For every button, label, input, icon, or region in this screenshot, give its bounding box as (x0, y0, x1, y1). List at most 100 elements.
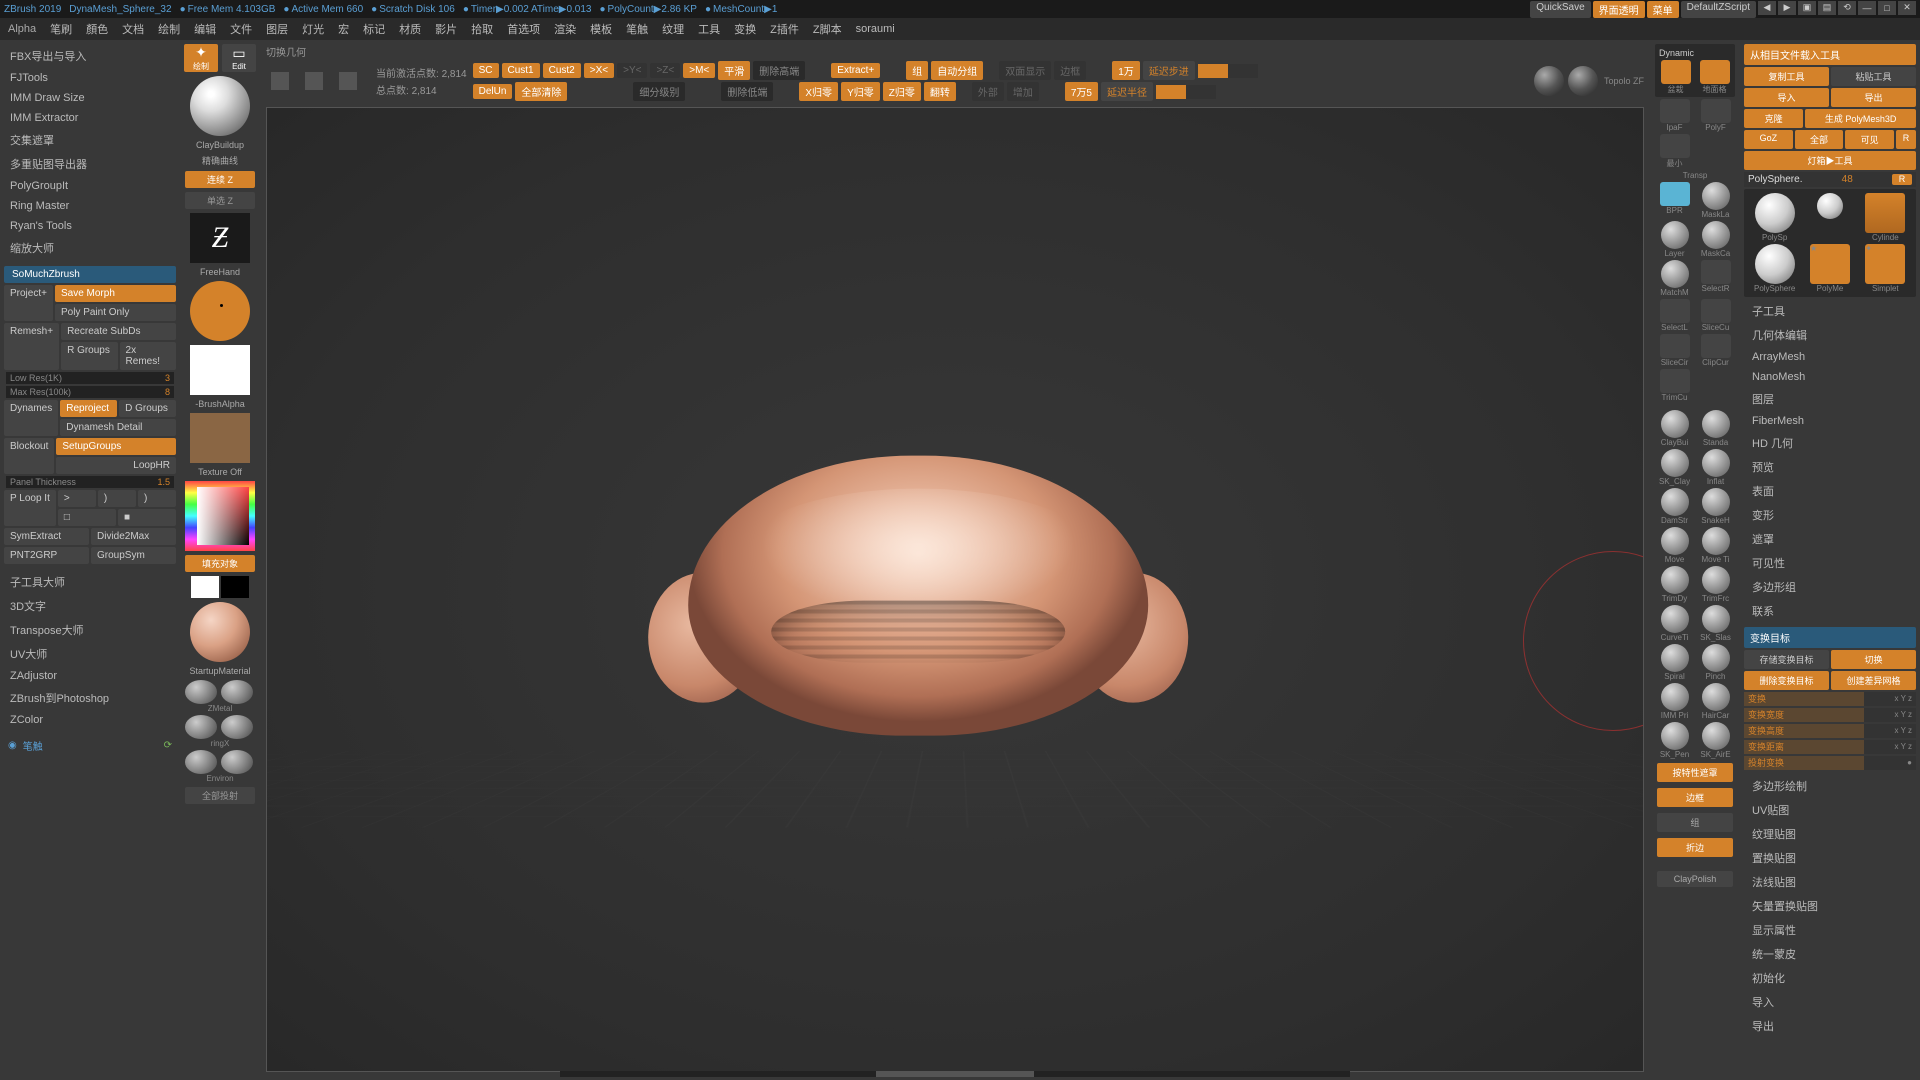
y-sym-chip[interactable]: >Y< (617, 63, 647, 78)
brush-inflat[interactable]: Inflat (1696, 449, 1735, 486)
ui-alpha-button[interactable]: 界面透明 (1593, 1, 1645, 18)
brush-haircar[interactable]: HairCar (1696, 683, 1735, 720)
mask-by-feature-button[interactable]: 按特性遮罩 (1657, 763, 1733, 782)
menu-marker[interactable]: 标记 (363, 21, 385, 37)
group-chip[interactable]: 组 (906, 61, 928, 80)
rp-displacement[interactable]: 置换贴图 (1744, 846, 1916, 870)
extract-chip[interactable]: Extract+ (831, 63, 880, 78)
lp-subtool-master[interactable]: 子工具大师 (0, 570, 180, 594)
render-sphere-2[interactable] (1568, 66, 1598, 96)
brush-skaire[interactable]: SK_AirE (1696, 722, 1735, 759)
lp-3d-text[interactable]: 3D文字 (0, 594, 180, 618)
recreate-subds-button[interactable]: Recreate SubDs (61, 323, 176, 340)
rp-masking[interactable]: 遮罩 (1744, 527, 1916, 551)
dock-matchm[interactable]: MatchM (1655, 260, 1694, 297)
menu-transform[interactable]: 变换 (734, 21, 756, 37)
brush-skclay[interactable]: SK_Clay (1655, 449, 1694, 486)
lp-imm-extractor[interactable]: IMM Extractor (0, 108, 180, 128)
symextract-button[interactable]: SymExtract (4, 528, 89, 545)
setup-groups-button[interactable]: SetupGroups (56, 438, 176, 455)
menu-stroke[interactable]: 笔触 (626, 21, 648, 37)
dock-selectl[interactable]: SelectL (1655, 299, 1694, 332)
delete-morph-button[interactable]: 删除变换目标 (1744, 671, 1829, 690)
m-sym-chip[interactable]: >M< (683, 63, 715, 78)
tool-r-button[interactable]: R (1892, 174, 1912, 185)
tb-icon-2[interactable] (300, 65, 328, 97)
lp-fbx[interactable]: FBX导出与导入 (0, 44, 180, 68)
loop-hr-button[interactable]: LoopHR (56, 457, 176, 474)
rp-import[interactable]: 导入 (1744, 990, 1916, 1014)
sc-chip[interactable]: SC (473, 63, 499, 78)
dock-transp[interactable]: Transp (1655, 171, 1735, 180)
z-zero-chip[interactable]: Z归零 (883, 82, 921, 101)
pnt2grp-button[interactable]: PNT2GRP (4, 547, 89, 564)
tb-icon-3[interactable] (334, 65, 362, 97)
dock-ipaf[interactable]: IpaF (1655, 99, 1694, 132)
low-res-slider[interactable]: Low Res(1K)3 (6, 372, 174, 384)
rp-subtool[interactable]: 子工具 (1744, 299, 1916, 323)
white-swatch[interactable] (191, 576, 219, 598)
clear-all-chip[interactable]: 全部清除 (515, 82, 567, 101)
brush-spiral[interactable]: Spiral (1655, 644, 1694, 681)
rp-fibermesh[interactable]: FiberMesh (1744, 411, 1916, 431)
goz-visible-button[interactable]: 可见 (1845, 130, 1894, 149)
rp-hd-geometry[interactable]: HD 几何 (1744, 431, 1916, 455)
dock-selectr[interactable]: SelectR (1696, 260, 1735, 297)
smooth-chip[interactable]: 平滑 (718, 61, 750, 80)
menu-alpha[interactable]: Alpha (8, 23, 36, 35)
dock-maskla[interactable]: MaskLa (1696, 182, 1735, 219)
lp-scale-master[interactable]: 缩放大师 (0, 236, 180, 260)
del-high-chip[interactable]: 删除高端 (753, 61, 805, 80)
blockout-button[interactable]: Blockout (4, 438, 54, 474)
rp-preview[interactable]: 预览 (1744, 455, 1916, 479)
lp-brush-stroke[interactable]: ◉ 笔触 ⟳ (0, 734, 180, 757)
double-chip[interactable]: 双面显示 (999, 61, 1051, 80)
lp-ring-master[interactable]: Ring Master (0, 196, 180, 216)
brush-pinch[interactable]: Pinch (1696, 644, 1735, 681)
alpha-thumbnail[interactable] (190, 281, 250, 341)
rp-surface[interactable]: 表面 (1744, 479, 1916, 503)
brush-damstr[interactable]: DamStr (1655, 488, 1694, 525)
rp-nanomesh[interactable]: NanoMesh (1744, 367, 1916, 387)
menu-zscript[interactable]: Z脚本 (813, 21, 842, 37)
dock-min[interactable]: 最小 (1655, 134, 1694, 169)
lp-zbrush-to-photoshop[interactable]: ZBrush到Photoshop (0, 686, 180, 710)
menu-render[interactable]: 渲染 (554, 21, 576, 37)
export-button[interactable]: 导出 (1831, 88, 1916, 107)
dock-polyf[interactable]: PolyF (1696, 99, 1735, 132)
brush-move[interactable]: Move (1655, 527, 1694, 564)
rp-layers[interactable]: 图层 (1744, 387, 1916, 411)
morph-slider[interactable]: 变换x Y z (1744, 692, 1916, 706)
morph-width-slider[interactable]: 变换宽度x Y z (1744, 708, 1916, 722)
edit-mode-button[interactable]: ▭Edit (222, 44, 256, 72)
win-btn-1[interactable]: ◀ (1758, 1, 1776, 15)
stroke-thumbnail[interactable]: Ƶ (190, 213, 250, 263)
brush-moveti[interactable]: Move Ti (1696, 527, 1735, 564)
lp-transpose-master[interactable]: Transpose大师 (0, 618, 180, 642)
project-morph-slider[interactable]: 投射变换● (1744, 756, 1916, 770)
lp-zcolor[interactable]: ZColor (0, 710, 180, 730)
lp-multimap[interactable]: 多重贴图导出器 (0, 152, 180, 176)
brush-skpen[interactable]: SK_Pen (1655, 722, 1694, 759)
fold-edge-button[interactable]: 折边 (1657, 838, 1733, 857)
menu-draw[interactable]: 绘制 (158, 21, 180, 37)
rp-unified-skin[interactable]: 统一蒙皮 (1744, 942, 1916, 966)
lp-intersect-mask[interactable]: 交集遮罩 (0, 128, 180, 152)
dock-layer[interactable]: Layer (1655, 221, 1694, 258)
menu-movie[interactable]: 影片 (435, 21, 457, 37)
reload-icon[interactable]: ⟳ (164, 740, 172, 751)
save-morph-target-button[interactable]: 存储变换目标 (1744, 650, 1829, 669)
y-zero-chip[interactable]: Y归零 (841, 82, 880, 101)
project-plus-button[interactable]: Project+ (4, 285, 53, 321)
all-project-button[interactable]: 全部投射 (185, 787, 255, 804)
menu-texture[interactable]: 纹理 (662, 21, 684, 37)
win-btn-3[interactable]: ▣ (1798, 1, 1816, 15)
dock-clipcur[interactable]: ClipCur (1696, 334, 1735, 367)
menu-file[interactable]: 文件 (230, 21, 252, 37)
rp-contact[interactable]: 联系 (1744, 599, 1916, 623)
dock-maskca[interactable]: MaskCa (1696, 221, 1735, 258)
menu-layer[interactable]: 图层 (266, 21, 288, 37)
dynames-button[interactable]: Dynames (4, 400, 58, 436)
poly-paint-only-button[interactable]: Poly Paint Only (55, 304, 176, 321)
outer-chip[interactable]: 外部 (972, 82, 1004, 101)
